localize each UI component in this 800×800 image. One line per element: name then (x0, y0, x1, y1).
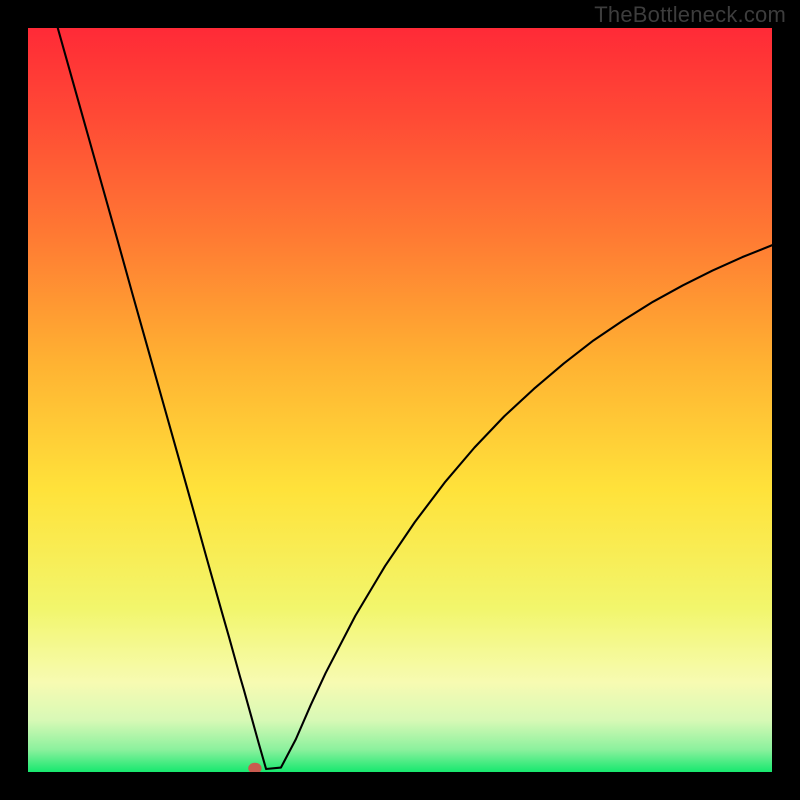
chart-frame: TheBottleneck.com (0, 0, 800, 800)
chart-svg (28, 28, 772, 772)
watermark-text: TheBottleneck.com (594, 2, 786, 28)
chart-plot-area (28, 28, 772, 772)
gradient-background (28, 28, 772, 772)
